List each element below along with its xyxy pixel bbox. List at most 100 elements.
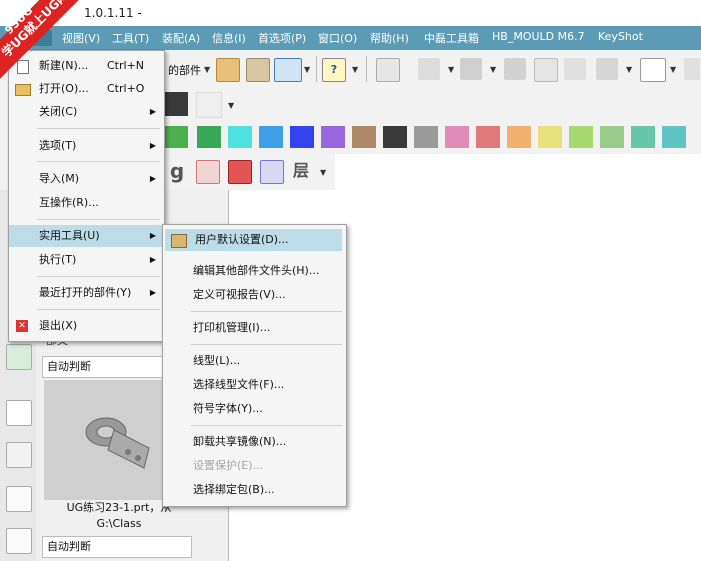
color-swatch[interactable] [538,126,562,148]
color-swatch[interactable] [290,126,314,148]
color-swatch[interactable] [414,126,438,148]
color-swatch[interactable] [259,126,283,148]
menu-assembly[interactable]: 装配(A) [162,30,200,46]
view-orient-icon[interactable] [418,58,440,80]
chevron-down-icon[interactable]: ▼ [626,65,632,74]
section-icon[interactable] [564,58,586,80]
menu-item-visual-report[interactable]: 定义可视报告(V)... [163,284,346,306]
menu-item-import[interactable]: 导入(M) ▶ [9,168,164,190]
menu-item-open[interactable]: 打开(O)... Ctrl+O [9,78,164,100]
menu-tools[interactable]: 工具(T) [112,30,149,46]
menu-item-line-type-file[interactable]: 选择线型文件(F)... [163,374,346,396]
tools-icon[interactable] [6,442,32,468]
menu-item-set-protection: 设置保护(E)... [193,459,264,472]
more-icon[interactable] [684,58,700,80]
dark-color-icon[interactable] [164,92,188,116]
user-settings-icon[interactable] [246,58,270,82]
chevron-down-icon[interactable]: ▼ [490,65,496,74]
color-swatch[interactable] [197,126,221,148]
menu-separator [191,344,342,345]
color-swatch[interactable] [631,126,655,148]
menu-item-exit[interactable]: ✕ 退出(X) [9,315,164,337]
menu-help[interactable]: 帮助(H) [370,30,409,46]
menu-keyshot[interactable]: KeyShot [598,30,643,43]
submenu-arrow-icon: ▶ [149,107,156,116]
toolbar-separator [366,56,367,82]
tool-icon[interactable] [216,58,240,82]
color-swatch[interactable] [228,126,252,148]
filter-field-2[interactable]: 自动判断 [42,536,192,558]
fit-view-icon[interactable] [376,58,400,82]
menu-item-line-type[interactable]: 线型(L)... [163,350,346,372]
window-title: 1.0.1.11 - [84,6,142,20]
menu-separator [37,276,160,277]
shaded-icon[interactable] [460,58,482,80]
menu-item-unload-shared-image[interactable]: 卸载共享镜像(N)... [163,431,346,453]
menu-info[interactable]: 信息(I) [212,30,246,46]
blank-tab-icon[interactable] [6,528,32,554]
menu-window[interactable]: 窗口(O) [318,30,357,46]
color-swatch[interactable] [662,126,686,148]
menu-separator [37,219,160,220]
menu-item-symbol-font[interactable]: 符号字体(Y)... [163,398,346,420]
menu-item-execute[interactable]: 执行(T) ▶ [9,249,164,271]
blank-tab-icon[interactable] [6,486,32,512]
part-path: G:\Class [96,517,142,530]
menu-item-interop[interactable]: 互操作(R)... [9,192,164,214]
glyph-g-icon[interactable]: g [166,160,188,182]
submenu-arrow-icon: ▶ [149,255,156,264]
chevron-down-icon[interactable]: ▼ [352,65,358,74]
color-swatch[interactable] [476,126,500,148]
clip-icon[interactable] [596,58,618,80]
menu-item-utilities[interactable]: 实用工具(U) ▶ [9,225,164,247]
utilities-submenu: 用户默认设置(D)... 编辑其他部件文件头(H)... 定义可视报告(V)..… [162,224,347,507]
menu-separator [191,425,342,426]
menu-item-recent-parts[interactable]: 最近打开的部件(Y) ▶ [9,282,164,304]
pattern-icon[interactable] [196,160,220,184]
chevron-down-icon[interactable]: ▼ [304,65,310,74]
color-swatch[interactable] [445,126,469,148]
layer-icon[interactable]: 层 [290,160,312,182]
window-icon[interactable] [274,58,302,82]
exit-icon: ✕ [16,320,28,332]
chevron-down-icon[interactable]: ▼ [670,65,676,74]
menu-hb-mould[interactable]: HB_MOULD M6.7 [492,30,585,43]
open-folder-icon [15,84,31,96]
menu-separator [37,161,160,162]
menu-preferences[interactable]: 首选项(P) [258,30,306,46]
menu-zhonglei-toolbox[interactable]: 中磊工具箱 [424,30,479,46]
chevron-down-icon[interactable]: ▼ [204,65,210,74]
menu-item-bundle[interactable]: 选择绑定包(B)... [163,479,346,501]
title-bar: 1.0.1.11 - [0,0,701,26]
color-swatch[interactable] [321,126,345,148]
chevron-down-icon[interactable]: ▼ [320,168,326,177]
menu-item-printer-admin[interactable]: 打印机管理(I)... [163,317,346,339]
color-swatch[interactable] [569,126,593,148]
chevron-down-icon[interactable]: ▼ [228,101,234,110]
wire-cube-icon[interactable] [260,160,284,184]
toolbar-separator [316,56,317,82]
cube-icon[interactable] [504,58,526,80]
color-swatch[interactable] [383,126,407,148]
submenu-arrow-icon: ▶ [149,288,156,297]
history-pie-icon[interactable] [6,344,32,370]
color-swatch[interactable] [164,126,188,148]
light-color-icon[interactable] [196,92,222,118]
menu-item-user-defaults[interactable]: 用户默认设置(D)... [165,229,342,251]
menu-separator [37,128,160,129]
menu-item-close[interactable]: 关闭(C) ▶ [9,101,164,123]
menu-item-edit-part-header[interactable]: 编辑其他部件文件头(H)... [163,260,346,282]
clock-icon[interactable] [6,400,32,426]
wireframe-icon[interactable] [534,58,558,82]
color-swatch[interactable] [507,126,531,148]
background-icon[interactable] [640,58,666,82]
part-dropdown-label[interactable]: 的部件 [168,62,201,78]
file-menu: 新建(N)... Ctrl+N 打开(O)... Ctrl+O 关闭(C) ▶ … [8,50,165,342]
red-cube-icon[interactable] [228,160,252,184]
chevron-down-icon[interactable]: ▼ [448,65,454,74]
menu-item-options[interactable]: 选项(T) ▶ [9,135,164,157]
submenu-arrow-icon: ▶ [149,174,156,183]
help-icon[interactable]: ? [322,58,346,82]
color-swatch[interactable] [600,126,624,148]
color-swatch[interactable] [352,126,376,148]
